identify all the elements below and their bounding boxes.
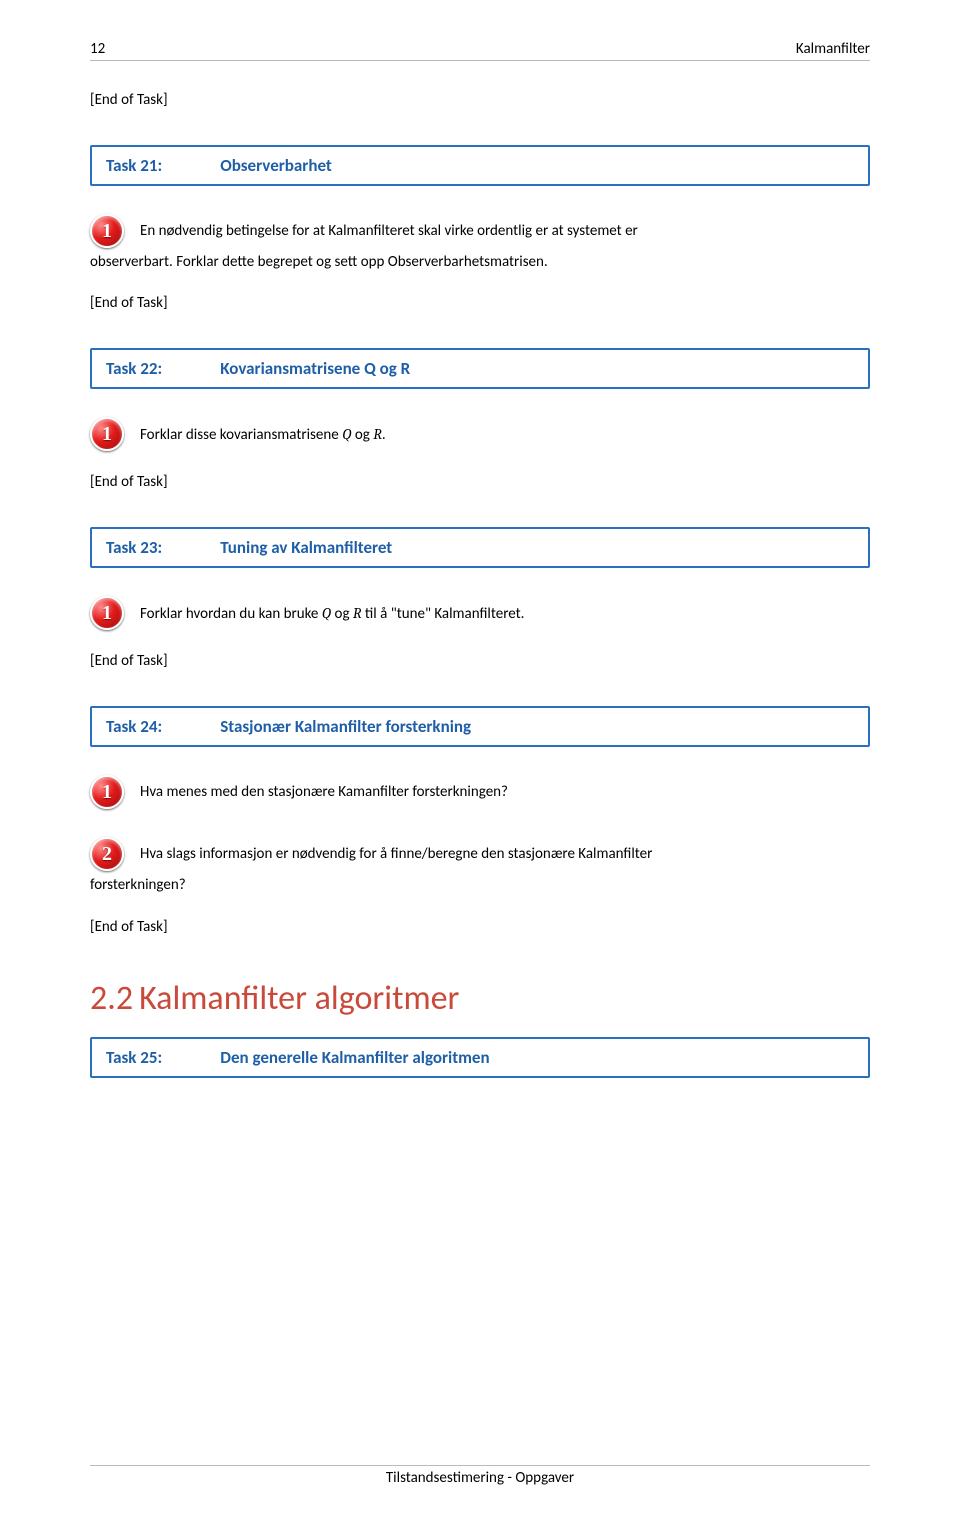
end-of-task: [End of Task] — [90, 918, 870, 936]
math-var: R — [373, 425, 382, 443]
section-heading: 2.2 Kalmanfilter algoritmer — [90, 978, 870, 1019]
task-title: Stasjonær Kalmanfilter forsterkning — [220, 716, 471, 737]
math-var: Q — [322, 604, 331, 622]
page: 12 Kalmanfilter [End of Task] Task 21: O… — [0, 0, 960, 1517]
page-header: 12 Kalmanfilter — [90, 40, 870, 58]
end-of-task: [End of Task] — [90, 91, 870, 109]
question-item: 1 Forklar hvordan du kan bruke Q og R ti… — [90, 596, 870, 630]
task-label: Task 24: — [106, 716, 162, 737]
task-label: Task 21: — [106, 155, 162, 176]
question-text-cont: forsterkningen? — [90, 875, 870, 895]
footer-text: Tilstandsestimering - Oppgaver — [90, 1469, 870, 1487]
math-var: R — [353, 604, 362, 622]
task-box: Task 21: Observerbarhet — [90, 145, 870, 186]
end-of-task: [End of Task] — [90, 473, 870, 491]
question-text: Forklar disse kovariansmatrisene Q og R. — [140, 424, 386, 445]
task-box: Task 25: Den generelle Kalmanfilter algo… — [90, 1037, 870, 1078]
question-text: En nødvendig betingelse for at Kalmanfil… — [140, 221, 638, 241]
task-label: Task 22: — [106, 358, 162, 379]
section-title: Kalmanfilter algoritmer — [139, 978, 459, 1019]
badge-1-icon: 1 — [90, 596, 124, 630]
task-title: Observerbarhet — [220, 155, 332, 176]
question-text: Hva menes med den stasjonære Kamanfilter… — [140, 782, 508, 802]
task-title: Kovariansmatrisene Q og R — [220, 358, 410, 379]
question-text: Hva slags informasjon er nødvendig for å… — [140, 844, 652, 864]
question-item: 1 En nødvendig betingelse for at Kalmanf… — [90, 214, 870, 248]
page-footer: Tilstandsestimering - Oppgaver — [90, 1465, 870, 1487]
question-text-cont: observerbart. Forklar dette begrepet og … — [90, 252, 870, 272]
badge-1-icon: 1 — [90, 417, 124, 451]
header-rule — [90, 60, 870, 61]
section-number: 2.2 — [90, 978, 133, 1019]
question-item: 1 Forklar disse kovariansmatrisene Q og … — [90, 417, 870, 451]
footer-rule — [90, 1465, 870, 1466]
badge-1-icon: 1 — [90, 214, 124, 248]
question-item: 1 Hva menes med den stasjonære Kamanfilt… — [90, 775, 870, 809]
end-of-task: [End of Task] — [90, 652, 870, 670]
question-item: 2 Hva slags informasjon er nødvendig for… — [90, 837, 870, 871]
page-number: 12 — [90, 40, 105, 58]
task-label: Task 25: — [106, 1047, 162, 1068]
end-of-task: [End of Task] — [90, 294, 870, 312]
chapter-title: Kalmanfilter — [796, 40, 870, 58]
question-text: Forklar hvordan du kan bruke Q og R til … — [140, 603, 524, 624]
task-box: Task 23: Tuning av Kalmanfilteret — [90, 527, 870, 568]
task-title: Tuning av Kalmanfilteret — [220, 537, 392, 558]
badge-2-icon: 2 — [90, 837, 124, 871]
task-title: Den generelle Kalmanfilter algoritmen — [220, 1047, 489, 1068]
task-label: Task 23: — [106, 537, 162, 558]
task-box: Task 22: Kovariansmatrisene Q og R — [90, 348, 870, 389]
task-box: Task 24: Stasjonær Kalmanfilter forsterk… — [90, 706, 870, 747]
badge-1-icon: 1 — [90, 775, 124, 809]
